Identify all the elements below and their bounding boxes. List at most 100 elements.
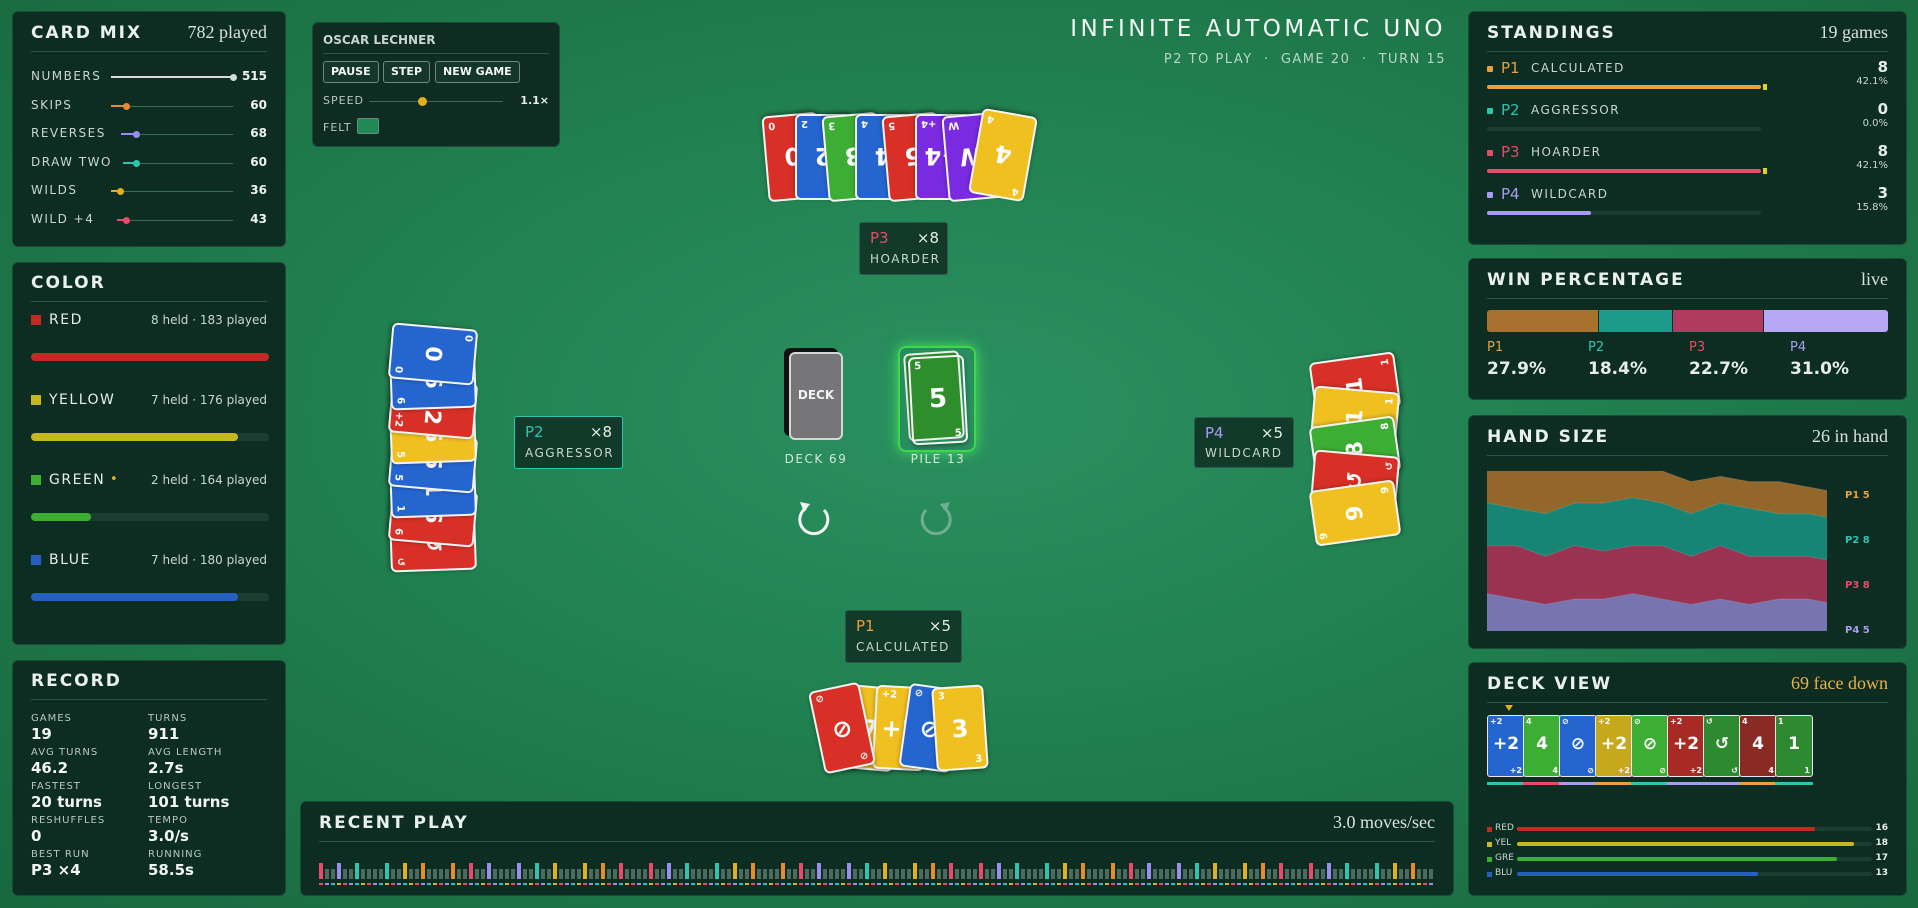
p4-name: WILDCARD: [1205, 446, 1283, 460]
recent-move-dot-17: [421, 883, 425, 885]
deck-bar-dot-3: [1487, 872, 1492, 877]
recent-move-dot-175: [1369, 883, 1373, 885]
recent-move-17: [421, 863, 425, 879]
recent-move-103: [937, 869, 941, 879]
p1-card-2-corner: +2: [881, 689, 898, 701]
deck-view-card-owner-3: [1595, 782, 1633, 785]
hand-size-panel: HAND SIZE 26 in hand P1 5 P2 8 P3 8 P4 5: [1468, 415, 1907, 649]
recent-move-152: [1231, 869, 1235, 879]
recent-move-108: [967, 869, 971, 879]
card-mix-summary: 782 played: [187, 22, 267, 42]
felt-color-swatch[interactable]: [357, 118, 379, 134]
deck-bar-value-1: 18: [1875, 838, 1888, 848]
p2-card-0-corner-br: ↺: [394, 557, 406, 567]
hand-size-chart: [1487, 471, 1827, 631]
recent-move-dot-60: [679, 883, 683, 885]
recent-move-dot-176: [1375, 883, 1379, 885]
recent-move-118: [1027, 869, 1031, 879]
recent-move-dot-174: [1363, 883, 1367, 885]
speed-slider-track[interactable]: [369, 101, 503, 102]
recent-move-143: [1177, 863, 1181, 879]
deck-view-card-corner-6: ↺: [1706, 717, 1713, 726]
standing-wins-0: 8: [1877, 58, 1888, 76]
recent-move-95: [889, 869, 893, 879]
recent-move-122: [1051, 869, 1055, 879]
deck-view-header: DECK VIEW 69 face down: [1487, 673, 1888, 703]
recent-move-dot-162: [1291, 883, 1295, 885]
recent-move-dot-30: [499, 883, 503, 885]
recent-move-dot-94: [883, 883, 887, 885]
recent-move-dot-77: [781, 883, 785, 885]
win-pct-value-2: 22.7%: [1689, 359, 1748, 379]
deck-view-summary: 69 face down: [1791, 673, 1888, 693]
record-panel: RECORD GAMES 19 TURNS 911 AVG TURNS 46.2 AVG L…: [12, 660, 286, 896]
recent-move-dot-63: [697, 883, 701, 885]
p3-count: ×8: [916, 229, 939, 247]
recent-move-110: [979, 863, 983, 879]
p1-card-0-corner: ⊘: [814, 693, 826, 706]
recent-move-dot-161: [1285, 883, 1289, 885]
recent-move-43: [577, 869, 581, 879]
recent-move-86: [835, 869, 839, 879]
record-key-4: FASTEST: [31, 781, 81, 792]
card-mix-knob-0[interactable]: [230, 74, 237, 81]
recent-move-112: [991, 869, 995, 879]
recent-move-dot-111: [985, 883, 989, 885]
recent-move-dot-144: [1183, 883, 1187, 885]
recent-move-dot-117: [1021, 883, 1025, 885]
recent-move-47: [601, 863, 605, 879]
recent-move-dot-10: [379, 883, 383, 885]
card-mix-knob-4[interactable]: [116, 188, 124, 196]
recent-move-dot-106: [955, 883, 959, 885]
p2-card-5-corner-br: +2: [392, 411, 405, 428]
color-swatch-1: [31, 395, 41, 405]
deck-view-card-owner-6: [1703, 782, 1741, 785]
card-mix-knob-3[interactable]: [133, 159, 141, 167]
card-mix-value-1: 60: [250, 97, 267, 112]
step-button[interactable]: STEP: [383, 61, 431, 83]
deck-stack[interactable]: DECK: [784, 348, 844, 442]
card-mix-label-4: WILDS: [31, 183, 78, 198]
recent-move-146: [1195, 863, 1199, 879]
p3-card-1-corner-br: 2: [801, 118, 808, 129]
recent-move-dot-39: [553, 883, 557, 885]
p3-card-0-corner-br: 0: [767, 119, 776, 132]
standings-title: STANDINGS: [1487, 23, 1616, 43]
recent-move-141: [1165, 869, 1169, 879]
card-mix-value-2: 68: [250, 126, 267, 141]
p3-card-7-value: 4: [992, 138, 1014, 170]
recent-move-dot-81: [805, 883, 809, 885]
recent-move-dot-38: [547, 883, 551, 885]
card-mix-knob-1[interactable]: [122, 102, 130, 110]
recent-move-25: [469, 863, 473, 879]
card-mix-knob-2[interactable]: [132, 131, 140, 139]
p1-card-4: 333: [931, 684, 989, 772]
pause-button[interactable]: PAUSE: [323, 61, 379, 83]
new-game-button[interactable]: NEW GAME: [435, 61, 520, 83]
recent-move-dot-12: [391, 883, 395, 885]
recent-move-77: [781, 863, 785, 879]
card-mix-knob-5[interactable]: [123, 217, 131, 224]
p3-card-4-corner-br: 5: [887, 119, 896, 132]
color-name-2: GREEN: [49, 472, 106, 488]
recent-move-dot-9: [373, 883, 377, 885]
color-swatch-2: [31, 475, 41, 485]
standing-fill-0: [1487, 85, 1761, 89]
standing-pct-1: 0.0%: [1862, 118, 1888, 129]
win-pct-value-0: 27.9%: [1487, 359, 1546, 379]
recent-move-51: [625, 869, 629, 879]
color-stat-1: 7 held · 176 played: [151, 393, 267, 407]
recent-move-dot-31: [505, 883, 509, 885]
recent-move-dot-149: [1213, 883, 1217, 885]
speed-slider-handle[interactable]: [418, 97, 428, 106]
recent-move-dot-79: [793, 883, 797, 885]
recent-move-5: [349, 869, 353, 879]
p2-card-2-corner-br: 1: [394, 504, 406, 513]
standing-marker-0: [1763, 84, 1767, 90]
recent-move-24: [463, 869, 467, 879]
recent-move-dot-90: [859, 883, 863, 885]
standing-pct-3: 15.8%: [1856, 202, 1888, 213]
recent-move-dot-48: [607, 883, 611, 885]
recent-move-134: [1123, 869, 1127, 879]
standing-dot-3: [1487, 192, 1493, 198]
